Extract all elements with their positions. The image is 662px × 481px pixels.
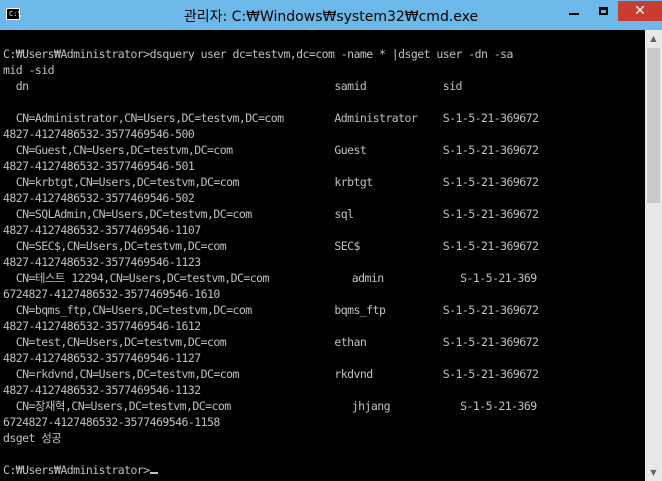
close-icon: ✕ bbox=[634, 3, 646, 19]
console-line: CN=SQLAdmin,CN=Users,DC=testvm,DC=com sq… bbox=[3, 207, 539, 221]
minimize-icon bbox=[569, 13, 579, 15]
console-line: mid -sid bbox=[3, 63, 55, 77]
text-cursor bbox=[149, 472, 158, 474]
console-output[interactable]: C:₩Users₩Administrator>dsquery user dc=t… bbox=[0, 30, 645, 481]
console-line: 4827-4127486532-3577469546-501 bbox=[3, 159, 195, 173]
close-button[interactable]: ✕ bbox=[618, 1, 662, 21]
console-line: 4827-4127486532-3577469546-1127 bbox=[3, 351, 201, 365]
scroll-down-icon[interactable]: ▼ bbox=[645, 464, 662, 481]
console-line: CN=SEC$,CN=Users,DC=testvm,DC=com SEC$ S… bbox=[3, 239, 539, 253]
console-line: 4827-4127486532-3577469546-500 bbox=[3, 127, 195, 141]
console-line: CN=bqms_ftp,CN=Users,DC=testvm,DC=com bq… bbox=[3, 303, 539, 317]
minimize-button[interactable] bbox=[560, 1, 588, 21]
maximize-button[interactable] bbox=[589, 1, 617, 21]
scroll-up-icon[interactable]: ▲ bbox=[645, 30, 662, 47]
console-text: C:₩Users₩Administrator>dsquery user dc=t… bbox=[0, 30, 645, 478]
console-line: 6724827-4127486532-3577469546-1610 bbox=[3, 287, 220, 301]
console-line: dsget 성공 bbox=[3, 431, 62, 445]
console-line: CN=rkdvnd,CN=Users,DC=testvm,DC=com rkdv… bbox=[3, 367, 539, 381]
console-line: 6724827-4127486532-3577469546-1158 bbox=[3, 415, 220, 429]
scrollbar-thumb[interactable] bbox=[647, 48, 660, 203]
title-bar[interactable]: C:\ 관리자: C:₩Windows₩system32₩cmd.exe ✕ bbox=[0, 0, 662, 30]
console-line: 4827-4127486532-3577469546-502 bbox=[3, 191, 195, 205]
console-line: 4827-4127486532-3577469546-1612 bbox=[3, 319, 201, 333]
console-line: CN=Guest,CN=Users,DC=testvm,DC=com Guest… bbox=[3, 143, 539, 157]
console-line: CN=테스트 12294,CN=Users,DC=testvm,DC=com a… bbox=[3, 271, 537, 285]
console-line: CN=장재혁,CN=Users,DC=testvm,DC=com jhjang … bbox=[3, 399, 537, 413]
console-line: 4827-4127486532-3577469546-1132 bbox=[3, 383, 201, 397]
console-line: C:₩Users₩Administrator> bbox=[3, 463, 150, 477]
console-line: dn samid sid bbox=[3, 79, 463, 93]
console-line: 4827-4127486532-3577469546-1123 bbox=[3, 255, 201, 269]
console-line: CN=Administrator,CN=Users,DC=testvm,DC=c… bbox=[3, 111, 539, 125]
console-line: CN=test,CN=Users,DC=testvm,DC=com ethan … bbox=[3, 335, 539, 349]
maximize-icon bbox=[598, 7, 608, 15]
cmd-window: C:\ 관리자: C:₩Windows₩system32₩cmd.exe ✕ C… bbox=[0, 0, 662, 481]
console-line: CN=krbtgt,CN=Users,DC=testvm,DC=com krbt… bbox=[3, 175, 539, 189]
console-line: C:₩Users₩Administrator>dsquery user dc=t… bbox=[3, 47, 513, 61]
console-line: 4827-4127486532-3577469546-1107 bbox=[3, 223, 201, 237]
vertical-scrollbar[interactable]: ▲ ▼ bbox=[645, 30, 662, 481]
